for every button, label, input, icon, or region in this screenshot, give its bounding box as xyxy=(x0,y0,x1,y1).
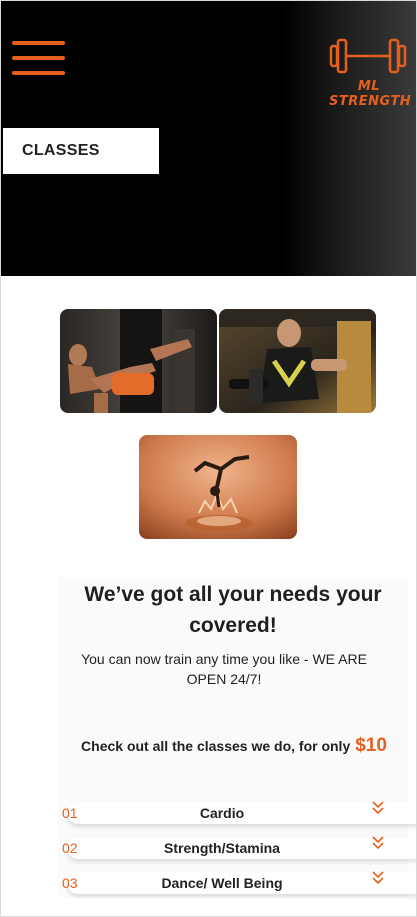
class-title: Dance/ Well Being xyxy=(161,875,283,891)
class-number: 03 xyxy=(62,875,78,891)
hamburger-menu-icon[interactable] xyxy=(12,39,66,77)
brand-name: ML STRENGTH xyxy=(329,79,412,109)
kickboxing-photo xyxy=(60,309,217,413)
class-accordion-item-strength[interactable]: 02 Strength/Stamina xyxy=(59,834,416,864)
weightlifting-photo xyxy=(219,309,376,413)
intro-headline: We’ve got all your needs your covered! xyxy=(84,583,382,637)
pricing-line: Check out all the classes we do, for onl… xyxy=(61,735,407,757)
hero-banner: ML STRENGTH CLASSES xyxy=(1,1,416,276)
brand-logo[interactable]: ML STRENGTH xyxy=(329,37,411,109)
class-number: 01 xyxy=(62,805,78,821)
intro-subline: You can now train any time you like - WE… xyxy=(81,651,367,687)
class-title: Cardio xyxy=(199,805,245,821)
page-title-text: CLASSES xyxy=(22,142,100,159)
dance-balance-photo xyxy=(139,435,297,539)
price-value: $10 xyxy=(355,735,387,756)
dumbbell-icon xyxy=(329,38,407,74)
class-accordion-item-dance[interactable]: 03 Dance/ Well Being xyxy=(59,869,416,899)
class-accordion-item-cardio[interactable]: 01 Cardio xyxy=(59,799,416,829)
class-title: Strength/Stamina xyxy=(164,840,280,856)
double-chevron-down-icon[interactable] xyxy=(371,834,385,850)
double-chevron-down-icon[interactable] xyxy=(371,869,385,885)
double-chevron-down-icon[interactable] xyxy=(371,799,385,815)
page-frame: ML STRENGTH CLASSES We’ve got all your n… xyxy=(0,0,417,917)
class-number: 02 xyxy=(62,840,78,856)
pricing-text: Check out all the classes we do, for onl… xyxy=(81,738,351,754)
page-title: CLASSES xyxy=(3,128,159,174)
